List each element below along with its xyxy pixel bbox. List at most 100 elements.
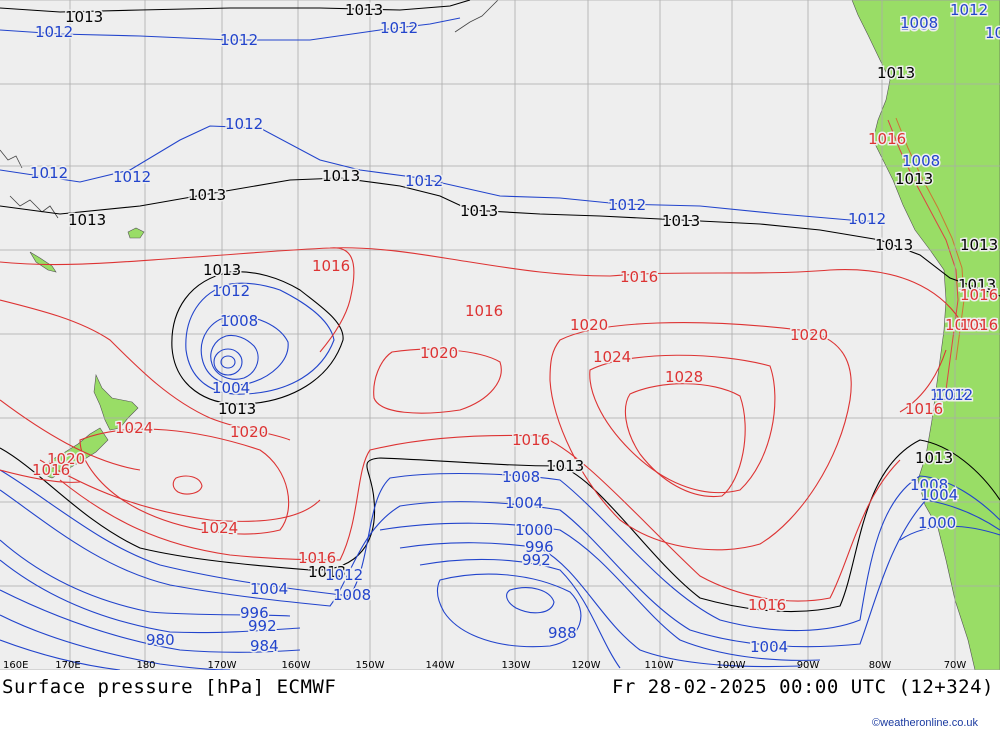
isobar-label: 1020 [230,423,268,441]
isobar-label: 1013 [875,236,913,254]
longitude-label: 100W [717,660,746,670]
isobar-label: 1008 [220,312,258,330]
isobar-label: 1013 [877,64,915,82]
isobar-label: 1008 [333,586,371,604]
isobar-label: 1020 [790,326,828,344]
longitude-label: 110W [645,660,674,670]
longitude-label: 160E [3,660,28,670]
isobar-label: 1012 [848,210,886,228]
isobar-label: 992 [522,551,551,569]
isobar-label: 1008 [902,152,940,170]
isobar-label: 1012 [220,31,258,49]
isobar-label: 1012 [225,115,263,133]
isobar-980-south [0,614,231,670]
isobar-label: 1016 [465,302,503,320]
isobar-label: 1004 [505,494,543,512]
isobar-low-centre-1 [213,348,243,376]
longitude-label: 130W [502,660,531,670]
isobar-1024-cell [172,475,203,495]
isobar-low-inner [506,587,555,614]
isobar-label: 980 [146,631,175,649]
isobar-label: 1028 [665,368,703,386]
chart-title: Surface pressure [hPa] ECMWF [2,676,337,698]
hawaii-coast [454,0,499,33]
isobar-label: 1008 [985,24,1000,42]
longitude-label: 160W [282,660,311,670]
longitude-label: 90W [797,660,820,670]
isobar-label: 1016 [512,431,550,449]
isobar-label: 1012 [212,282,250,300]
isobar-label: 1013 [218,400,256,418]
isobar-label: 1013 [188,186,226,204]
isobar-1000-south [379,522,1000,661]
longitude-label: 170W [208,660,237,670]
isobar-label: 1004 [212,379,250,397]
isobar-label: 1024 [200,519,238,537]
isobars [0,0,1000,670]
isobar-label: 1008 [502,468,540,486]
isobar-label: 1012 [950,1,988,19]
longitude-label: 120W [572,660,601,670]
land-masses [0,0,1000,670]
isobar-label: 1016 [960,316,998,334]
lat-lon-grid [0,0,1000,670]
isobar-label: 1013 [546,457,584,475]
isobar-label: 1012 [325,566,363,584]
isobar-label: 1016 [620,268,658,286]
isobar-996-south [0,539,801,668]
longitude-label: 70W [944,660,967,670]
longitude-labels: 160E 170E 180 170W 160W 150W 140W 130W 120W 110W 1… [3,660,966,670]
isobar-label: 1004 [750,638,788,656]
credit-link[interactable]: ©weatheronline.co.uk [872,717,978,729]
map-canvas: 1013 10131012 10121012 1008101310121012 1012… [0,0,1000,670]
isobar-label: 1013 [460,202,498,220]
isobar-label: 1016 [748,596,786,614]
isobar-1004-nz-low [210,334,259,380]
isobar-label: 1020 [570,316,608,334]
isobar-1020-south [39,459,321,522]
isobar-label: 1016 [32,461,70,479]
isobar-low-centre-2 [220,355,236,369]
isobar-1012-nz-low [185,282,335,395]
isobar-label: 1012 [35,23,73,41]
isobar-1028-east [624,383,746,498]
isobar-label: 1013 [895,170,933,188]
isobar-label: 1024 [593,348,631,366]
longitude-label: 150W [356,660,385,670]
isobar-label: 1013 [203,261,241,279]
isobar-label: 1000 [515,521,553,539]
isobar-label: 1004 [920,486,958,504]
isobar-label: 1012 [113,168,151,186]
isobar-label: 992 [248,617,277,635]
longitude-label: 170E [55,660,80,670]
isobar-label: 1013 [322,167,360,185]
vanuatu-islands [0,149,59,219]
isobar-label: 1013 [345,1,383,19]
isobar-1013-nz-low [171,271,344,405]
isobar-label: 1016 [868,130,906,148]
isobar-label: 1012 [380,19,418,37]
south-america-land [851,0,1000,670]
isobar-label: 1008 [900,14,938,32]
isobar-label: 1012 [30,164,68,182]
isobar-label: 1012 [935,386,973,404]
isobar-label: 1012 [405,172,443,190]
isobar-label: 1013 [960,236,998,254]
longitude-label: 80W [869,660,892,670]
isobar-label: 1013 [915,449,953,467]
isobar-label: 1024 [115,419,153,437]
isobar-label: 1013 [662,212,700,230]
isobar-label: 988 [548,624,577,642]
longitude-label: 180 [136,660,155,670]
isobar-1024-west [79,428,290,535]
pressure-map: 1013 1013 1012 1012 1012 1008 1013 1012 1012 1012… [0,0,1000,670]
isobar-label: 1004 [250,580,288,598]
isobar-label: 1000 [918,514,956,532]
valid-time: Fr 28-02-2025 00:00 UTC (12+324) [611,676,994,698]
longitude-label: 140W [426,660,455,670]
isobar-label: 1013 [68,211,106,229]
isobar-label: 1016 [960,286,998,304]
isobar-label: 984 [250,637,279,655]
isobar-label: 1016 [312,257,350,275]
isobar-label: 1012 [608,196,646,214]
